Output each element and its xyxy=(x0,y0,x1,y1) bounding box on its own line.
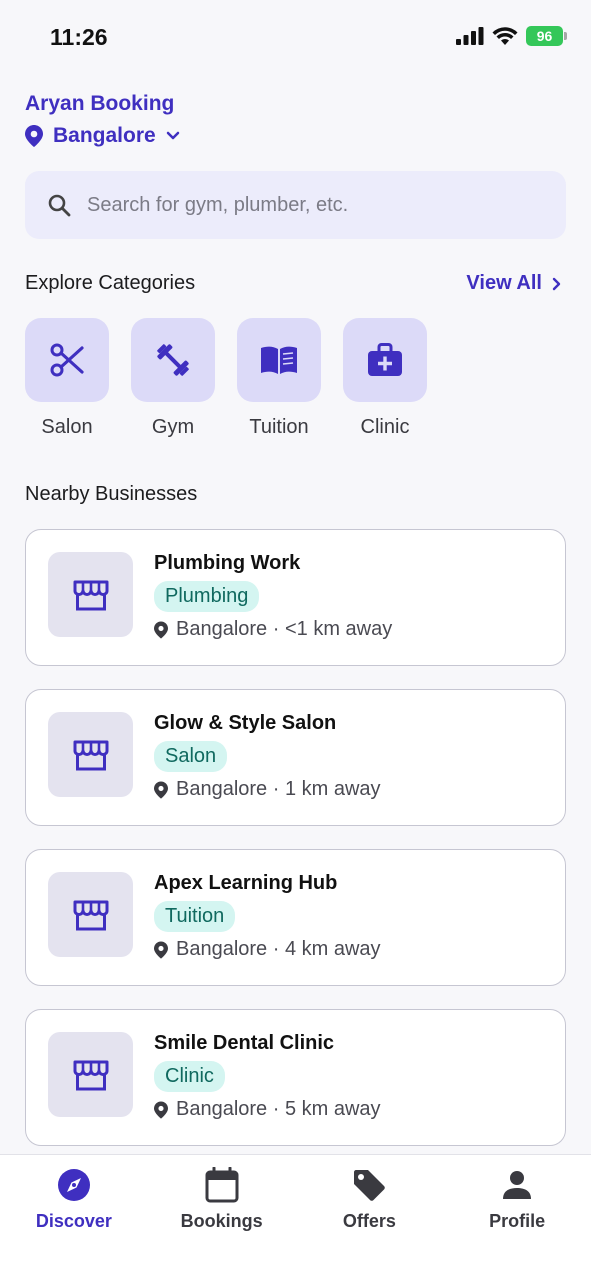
category-label: Salon xyxy=(41,416,93,438)
location-pin-icon xyxy=(154,780,168,799)
dumbbell-icon xyxy=(157,344,189,376)
header: Aryan Booking Bangalore xyxy=(25,92,180,148)
view-all-link[interactable]: View All xyxy=(466,272,561,295)
business-name: Apex Learning Hub xyxy=(154,872,338,894)
business-distance: Bangalore · 1 km away xyxy=(176,778,381,800)
category-gym[interactable]: Gym xyxy=(131,318,215,439)
business-distance: Bangalore · 5 km away xyxy=(176,1098,381,1120)
business-category-badge: Clinic xyxy=(154,1061,225,1092)
business-thumbnail xyxy=(48,1032,133,1117)
business-list: Plumbing Work Plumbing Bangalore · <1 km… xyxy=(25,529,566,1169)
tab-label: Bookings xyxy=(180,1211,263,1231)
status-icons: 96 xyxy=(456,26,567,46)
storefront-icon xyxy=(73,740,108,770)
business-category-badge: Salon xyxy=(154,741,228,772)
business-distance: Bangalore · 4 km away xyxy=(176,938,381,960)
search-bar[interactable] xyxy=(25,171,566,239)
view-all-label: View All xyxy=(466,272,542,294)
business-location: Bangalore · 1 km away xyxy=(154,778,381,801)
business-category-badge: Plumbing xyxy=(154,581,260,612)
wifi-icon xyxy=(492,26,518,45)
explore-categories-title: Explore Categories xyxy=(25,272,196,294)
calendar-icon xyxy=(205,1167,239,1203)
tab-label: Profile xyxy=(489,1211,546,1231)
location-pin-icon xyxy=(25,125,43,147)
location-selector[interactable]: Bangalore xyxy=(25,124,180,148)
business-info: Apex Learning Hub Tuition Bangalore · 4 … xyxy=(154,872,381,961)
business-name: Smile Dental Clinic xyxy=(154,1032,335,1054)
business-info: Plumbing Work Plumbing Bangalore · <1 km… xyxy=(154,552,392,641)
business-thumbnail xyxy=(48,872,133,957)
tab-bookings[interactable]: Bookings xyxy=(148,1155,296,1280)
business-card[interactable]: Plumbing Work Plumbing Bangalore · <1 km… xyxy=(25,529,566,666)
search-icon xyxy=(48,194,71,217)
category-clinic[interactable]: Clinic xyxy=(343,318,427,439)
business-location: Bangalore · <1 km away xyxy=(154,618,392,641)
tab-label: Discover xyxy=(35,1211,112,1231)
app-title: Aryan Booking xyxy=(25,92,175,115)
location-pin-icon xyxy=(154,1100,168,1119)
tab-discover[interactable]: Discover xyxy=(0,1155,148,1280)
storefront-icon xyxy=(73,1060,108,1090)
category-tile[interactable] xyxy=(237,318,321,402)
tab-label: Offers xyxy=(342,1211,396,1231)
scissors-icon xyxy=(50,343,84,377)
location-pin-icon xyxy=(154,940,168,959)
status-time: 11:26 xyxy=(50,24,108,50)
bottom-tab-bar: Discover Bookings Offers Profile xyxy=(0,1154,591,1280)
category-tuition[interactable]: Tuition xyxy=(237,318,321,439)
storefront-icon xyxy=(73,900,108,930)
category-tile[interactable] xyxy=(131,318,215,402)
category-tile[interactable] xyxy=(343,318,427,402)
tab-icon xyxy=(502,1167,532,1203)
category-label: Tuition xyxy=(249,416,309,438)
business-card[interactable]: Apex Learning Hub Tuition Bangalore · 4 … xyxy=(25,849,566,986)
storefront-icon xyxy=(73,580,108,610)
category-tile[interactable] xyxy=(25,318,109,402)
status-bar: 11:26 96 xyxy=(0,0,591,76)
tab-profile[interactable]: Profile xyxy=(443,1155,591,1280)
business-info: Smile Dental Clinic Clinic Bangalore · 5… xyxy=(154,1032,381,1121)
tab-icon xyxy=(352,1167,386,1203)
business-name: Plumbing Work xyxy=(154,552,301,574)
tab-icon xyxy=(205,1167,239,1203)
cellular-signal-icon xyxy=(456,27,484,45)
business-thumbnail xyxy=(48,552,133,637)
battery-indicator: 96 xyxy=(526,26,567,46)
tab-offers[interactable]: Offers xyxy=(296,1155,444,1280)
person-icon xyxy=(503,1171,532,1199)
business-location: Bangalore · 5 km away xyxy=(154,1098,381,1121)
business-location: Bangalore · 4 km away xyxy=(154,938,381,961)
category-salon[interactable]: Salon xyxy=(25,318,109,439)
business-card[interactable]: Glow & Style Salon Salon Bangalore · 1 k… xyxy=(25,689,566,826)
chevron-right-icon xyxy=(552,277,561,290)
location-pin-icon xyxy=(154,620,168,639)
category-label: Gym xyxy=(151,416,195,438)
category-list: Salon Gym Tuition Clinic xyxy=(25,318,427,439)
search-input[interactable] xyxy=(87,193,527,217)
tag-icon xyxy=(354,1170,386,1201)
business-category-badge: Tuition xyxy=(154,901,236,932)
business-thumbnail xyxy=(48,712,133,797)
business-info: Glow & Style Salon Salon Bangalore · 1 k… xyxy=(154,712,381,801)
location-label: Bangalore xyxy=(53,124,156,147)
tab-icon xyxy=(57,1167,91,1203)
category-label: Clinic xyxy=(360,416,410,438)
business-card[interactable]: Smile Dental Clinic Clinic Bangalore · 5… xyxy=(25,1009,566,1146)
compass-icon xyxy=(57,1169,90,1201)
nearby-businesses-title: Nearby Businesses xyxy=(25,483,198,505)
business-distance: Bangalore · <1 km away xyxy=(176,618,393,640)
book-icon xyxy=(261,346,297,374)
medical-kit-icon xyxy=(368,343,402,376)
chevron-down-icon xyxy=(166,131,179,140)
business-name: Glow & Style Salon xyxy=(154,712,337,734)
